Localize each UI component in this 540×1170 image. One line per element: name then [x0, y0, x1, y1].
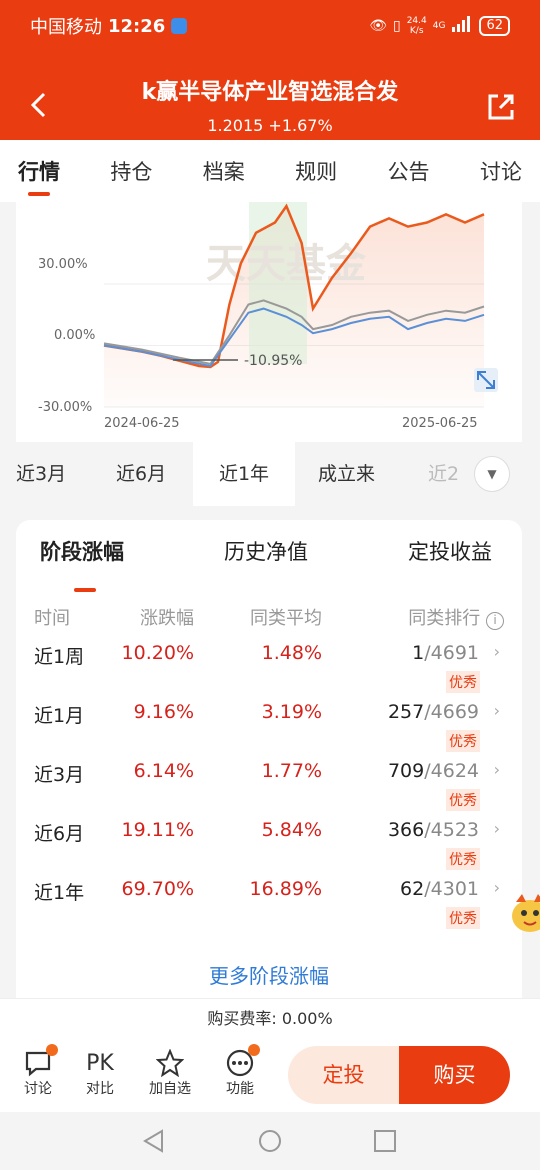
nav-home-icon[interactable]	[259, 1130, 281, 1152]
y-tick-0: 0.00%	[54, 328, 95, 343]
table-row[interactable]: 近1月 9.16% 3.19% 257/4669 › 优秀	[16, 701, 522, 761]
bottom-action-bar: 讨论 PK 对比 加自选 功能 定投 购买	[0, 1038, 540, 1112]
net-speed: 24.4 K/s	[406, 16, 427, 36]
pk-icon: PK	[86, 1050, 114, 1076]
carrier-label: 中国移动	[30, 17, 102, 38]
rank-badge: 优秀	[446, 848, 480, 870]
subtab-plan-returns[interactable]: 定投收益	[408, 536, 492, 566]
status-bar: 中国移动 12:26 👁 ▯ 24.4 K/s 4G 62	[0, 0, 540, 52]
col-head-rank: 同类排行 i	[408, 604, 504, 630]
performance-chart[interactable]: 天天基金 -10.95% 30.00% 0.00% -30.00% 2024-0…	[16, 202, 522, 442]
notification-dot	[46, 1044, 58, 1056]
nav-back-icon[interactable]	[143, 1129, 163, 1153]
plan-invest-button[interactable]: 定投	[288, 1046, 399, 1104]
x-tick-end: 2025-06-25	[402, 416, 478, 431]
subtab-underline	[74, 588, 96, 592]
rank-badge: 优秀	[446, 730, 480, 752]
table-row[interactable]: 近6月 19.11% 5.84% 366/4523 › 优秀	[16, 819, 522, 879]
period-selector: 近3月 近6月 近1年 成立来 近2 ▼	[0, 442, 540, 506]
col-head-avg: 同类平均	[250, 608, 322, 629]
chevron-right-icon: ›	[493, 819, 500, 838]
y-tick-30: 30.00%	[38, 257, 88, 272]
fullscreen-icon[interactable]	[474, 368, 498, 392]
col-head-period: 时间	[34, 608, 70, 629]
title-bar: k赢半导体产业智选混合发 1.2015 +1.67%	[0, 52, 540, 140]
nav-recents-icon[interactable]	[374, 1130, 396, 1152]
tab-rules[interactable]: 规则	[295, 140, 337, 202]
tab-market[interactable]: 行情	[18, 140, 60, 202]
compare-button[interactable]: PK 对比	[72, 1048, 128, 1098]
fund-title: k赢半导体产业智选混合发	[141, 80, 399, 105]
table-row[interactable]: 近1周 10.20% 1.48% 1/4691 › 优秀	[16, 642, 522, 702]
mascot-float-button[interactable]	[506, 886, 540, 942]
buy-button[interactable]: 购买	[399, 1046, 510, 1104]
chevron-right-icon: ›	[493, 878, 500, 897]
info-icon[interactable]: i	[486, 612, 504, 630]
rank-badge: 优秀	[446, 907, 480, 929]
signal-icon	[451, 16, 473, 36]
chevron-down-icon: ▼	[487, 467, 497, 481]
performance-card: 阶段涨幅 历史净值 定投收益 时间 涨跌幅 同类平均 同类排行 i 近1周 10…	[16, 520, 522, 998]
subtab-history-nav[interactable]: 历史净值	[224, 536, 308, 566]
tab-holdings[interactable]: 持仓	[110, 140, 152, 202]
purchase-fee: 购买费率: 0.00%	[0, 998, 540, 1038]
drawdown-label: -10.95%	[244, 353, 302, 369]
eye-icon: 👁	[369, 18, 387, 34]
share-button[interactable]	[486, 92, 516, 122]
period-2y[interactable]: 近2	[428, 442, 459, 506]
period-dropdown-button[interactable]: ▼	[474, 456, 510, 492]
line-chart-svg: 天天基金 -10.95% 30.00% 0.00% -30.00% 2024-0…	[38, 202, 498, 431]
fund-nav-change: 1.2015 +1.67%	[207, 116, 333, 135]
chevron-right-icon: ›	[493, 642, 500, 661]
perf-sub-tabs: 阶段涨幅 历史净值 定投收益	[16, 536, 522, 592]
col-head-change: 涨跌幅	[140, 608, 194, 629]
add-watchlist-button[interactable]: 加自选	[142, 1048, 198, 1098]
star-icon	[156, 1049, 184, 1077]
period-3m[interactable]: 近3月	[16, 442, 66, 506]
main-tabs: 行情 持仓 档案 规则 公告 讨论	[0, 140, 540, 202]
rank-badge: 优秀	[446, 789, 480, 811]
app-notification-icon	[171, 18, 188, 34]
period-6m[interactable]: 近6月	[116, 442, 166, 506]
table-row[interactable]: 近3月 6.14% 1.77% 709/4624 › 优秀	[16, 760, 522, 820]
period-since-inception[interactable]: 成立来	[318, 442, 375, 506]
chevron-right-icon: ›	[493, 701, 500, 720]
trade-buttons: 定投 购买	[288, 1046, 510, 1104]
discuss-button[interactable]: 讨论	[10, 1044, 66, 1098]
notification-dot	[248, 1044, 260, 1056]
y-tick-neg30: -30.00%	[38, 400, 92, 415]
system-nav-bar	[0, 1112, 540, 1170]
vibrate-icon: ▯	[392, 18, 401, 34]
more-stage-returns-link[interactable]: 更多阶段涨幅	[16, 960, 522, 989]
functions-button[interactable]: 功能	[212, 1044, 268, 1098]
chevron-right-icon: ›	[493, 760, 500, 779]
x-tick-start: 2024-06-25	[104, 416, 180, 431]
period-1y[interactable]: 近1年	[193, 442, 295, 506]
battery-indicator: 62	[479, 16, 510, 36]
tab-discussion[interactable]: 讨论	[480, 140, 522, 202]
table-row[interactable]: 近1年 69.70% 16.89% 62/4301 › 优秀	[16, 878, 522, 938]
net-type: 4G	[432, 21, 446, 31]
tab-profile[interactable]: 档案	[203, 140, 245, 202]
share-icon	[488, 94, 514, 120]
clock: 12:26	[108, 15, 166, 37]
rank-badge: 优秀	[446, 671, 480, 693]
subtab-stage-returns[interactable]: 阶段涨幅	[40, 536, 124, 566]
tab-announcements[interactable]: 公告	[388, 140, 430, 202]
